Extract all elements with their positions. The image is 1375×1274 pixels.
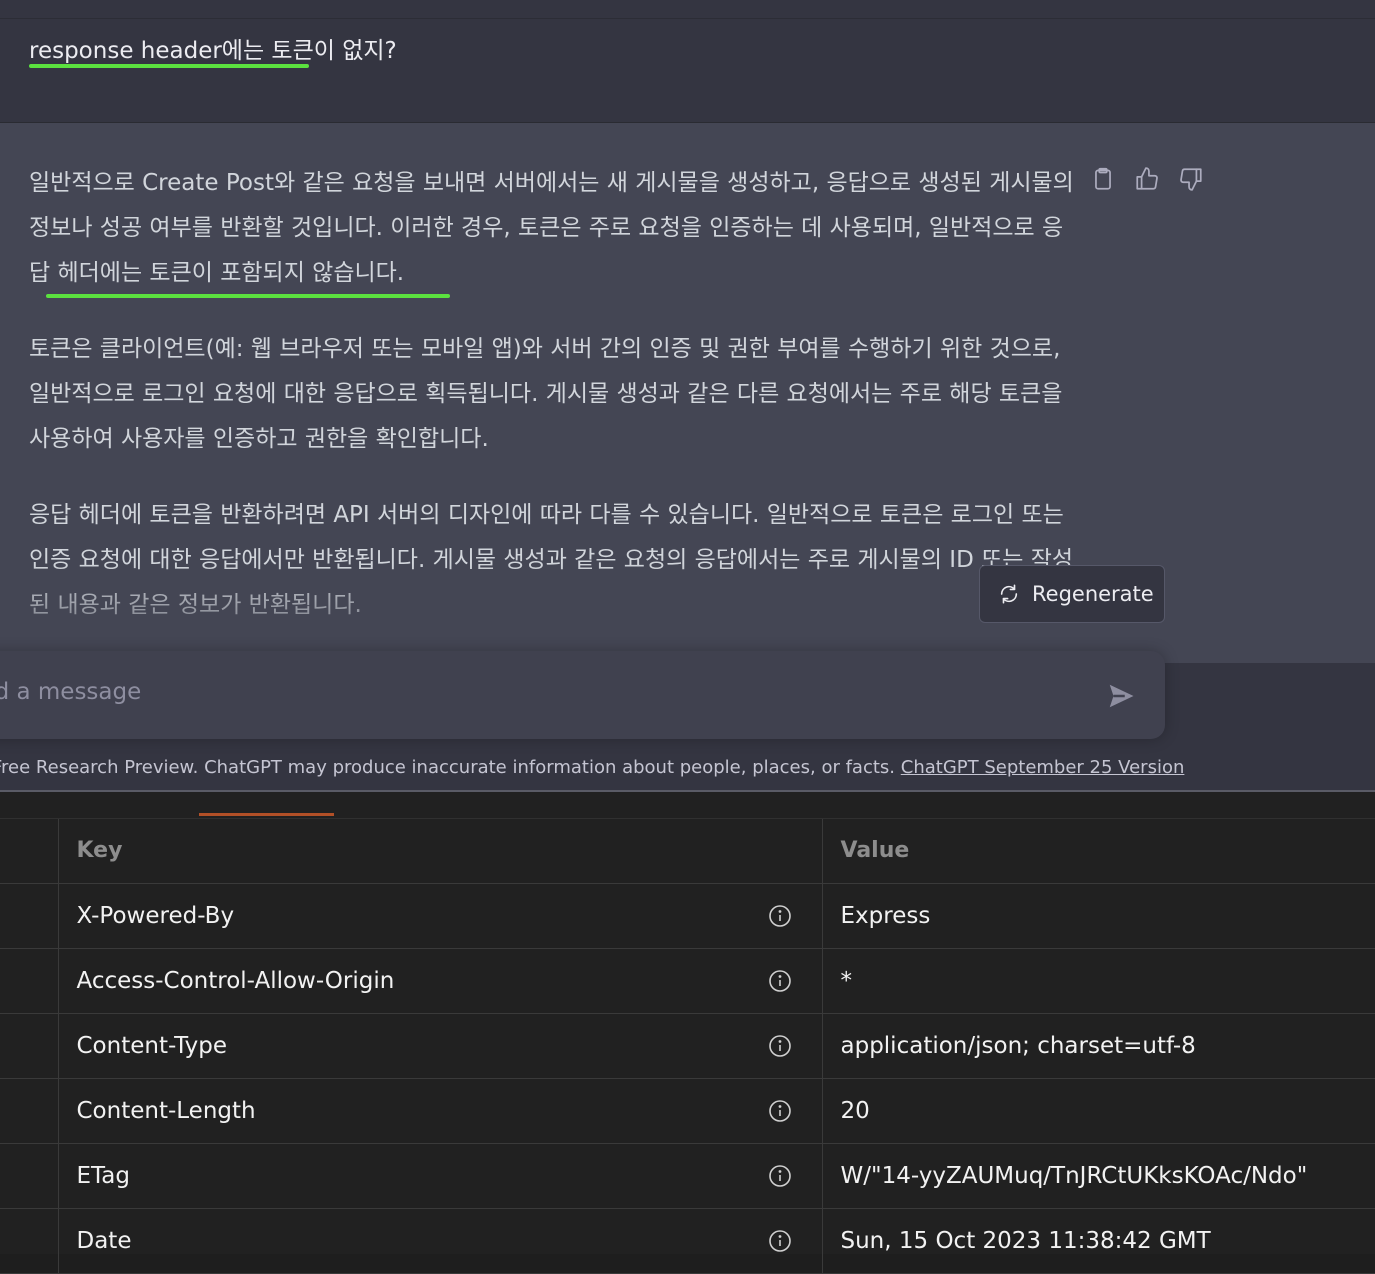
highlight-underline xyxy=(46,294,450,298)
message-actions xyxy=(1090,165,1204,193)
header-value: W/"14-yyZAUMuq/TnJRCtUKksKOAc/Ndo" xyxy=(822,1143,1375,1209)
regenerate-button[interactable]: Regenerate xyxy=(979,565,1165,623)
header-key: Content-Type xyxy=(76,1032,228,1059)
chat-window: response header에는 토큰이 없지? 일반적으로 Create P… xyxy=(0,0,1375,792)
user-message-row: response header에는 토큰이 없지? xyxy=(0,19,1375,123)
table-header-row: Key Value xyxy=(0,819,1375,884)
scroll-fade xyxy=(0,563,1375,663)
user-message: response header에는 토큰이 없지? xyxy=(29,38,397,64)
info-icon[interactable] xyxy=(768,1034,792,1058)
table-row: Access-Control-Allow-Origin * xyxy=(0,948,1375,1014)
column-header-value: Value xyxy=(822,819,1375,884)
regenerate-label: Regenerate xyxy=(1032,582,1154,606)
table-row: X-Powered-By Express xyxy=(0,883,1375,949)
header-value: Express xyxy=(822,883,1375,949)
info-icon[interactable] xyxy=(768,904,792,928)
assistant-paragraph: 일반적으로 Create Post와 같은 요청을 보내면 서버에서는 새 게시… xyxy=(29,170,1074,286)
refresh-icon xyxy=(1000,584,1018,604)
header-key: X-Powered-By xyxy=(76,902,235,929)
header-key: Date xyxy=(76,1227,132,1254)
version-link[interactable]: ChatGPT September 25 Version xyxy=(901,757,1185,778)
thumbs-down-icon[interactable] xyxy=(1178,165,1204,193)
table-row: Content-Type application/json; charset=u… xyxy=(0,1013,1375,1079)
info-icon[interactable] xyxy=(768,1164,792,1188)
message-input-box[interactable]: nd a message xyxy=(0,651,1165,739)
message-input-placeholder[interactable]: nd a message xyxy=(0,679,141,705)
footer-text: Free Research Preview. ChatGPT may produ… xyxy=(0,757,896,778)
header-value: 20 xyxy=(822,1078,1375,1144)
send-icon[interactable] xyxy=(1106,681,1136,711)
table-row: Date Sun, 15 Oct 2023 11:38:42 GMT xyxy=(0,1208,1375,1274)
header-value: Sun, 15 Oct 2023 11:38:42 GMT xyxy=(822,1208,1375,1274)
header-key: ETag xyxy=(76,1162,130,1189)
table-row: ETag W/"14-yyZAUMuq/TnJRCtUKksKOAc/Ndo" xyxy=(0,1143,1375,1209)
tab-headers-active-indicator[interactable] xyxy=(199,813,334,816)
highlight-underline xyxy=(29,64,309,68)
header-value: application/json; charset=utf-8 xyxy=(822,1013,1375,1079)
response-headers-panel: Key Value X-Powered-By Express Access-Co… xyxy=(0,792,1375,1274)
column-header-key: Key xyxy=(58,819,823,884)
info-icon[interactable] xyxy=(768,969,792,993)
header-key: Content-Length xyxy=(76,1097,256,1124)
clipboard-icon[interactable] xyxy=(1090,165,1116,193)
info-icon[interactable] xyxy=(768,1099,792,1123)
footer-disclaimer: Free Research Preview. ChatGPT may produ… xyxy=(0,757,1184,778)
thumbs-up-icon[interactable] xyxy=(1134,165,1160,193)
header-key: Access-Control-Allow-Origin xyxy=(76,967,395,994)
assistant-message-row: 일반적으로 Create Post와 같은 요청을 보내면 서버에서는 새 게시… xyxy=(0,123,1375,663)
tab-strip xyxy=(0,792,1375,819)
headers-table: Key Value X-Powered-By Express Access-Co… xyxy=(0,819,1375,1274)
table-row: Content-Length 20 xyxy=(0,1078,1375,1144)
assistant-paragraph: 토큰은 클라이언트(예: 웹 브라우저 또는 모바일 앱)와 서버 간의 인증 … xyxy=(29,336,1063,452)
header-value: * xyxy=(822,948,1375,1014)
info-icon[interactable] xyxy=(768,1229,792,1253)
